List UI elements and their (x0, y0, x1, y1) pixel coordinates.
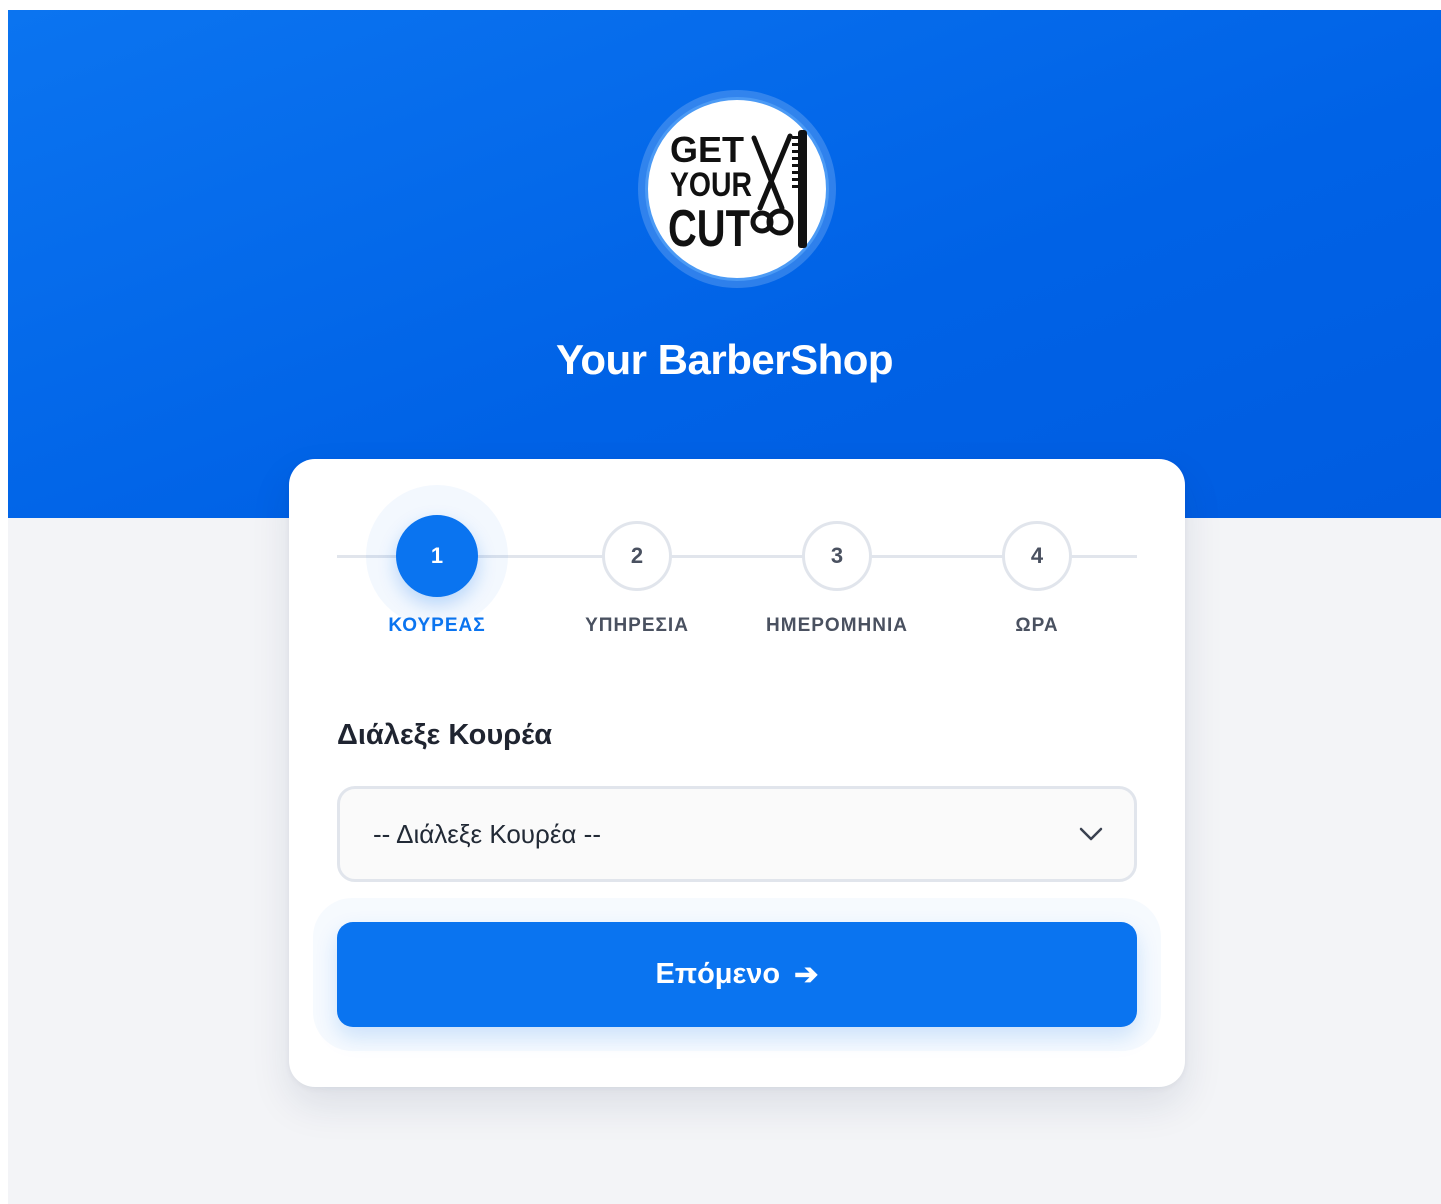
booking-stepper: 1 ΚΟΥΡΕΑΣ 2 ΥΠΗΡΕΣΙΑ 3 ΗΜΕΡΟΜΗΝΙΑ 4 ΩΡΑ (337, 511, 1137, 651)
logo-graphic: GET YOUR CUT (668, 129, 807, 254)
step-label: ΥΠΗΡΕΣΙΑ (585, 615, 689, 636)
barber-select-value: -- Διάλεξε Κουρέα -- (373, 818, 601, 849)
step-date[interactable]: 3 ΗΜΕΡΟΜΗΝΙΑ (752, 511, 922, 637)
page: GET YOUR CUT Your BarberShop 1 ΚΟΥΡΕΑΣ 2… (8, 10, 1441, 1204)
step-barber[interactable]: 1 ΚΟΥΡΕΑΣ (352, 511, 522, 637)
step-service[interactable]: 2 ΥΠΗΡΕΣΙΑ (552, 511, 722, 637)
barbershop-logo-icon: GET YOUR CUT (645, 97, 829, 281)
step-label: ΩΡΑ (1015, 615, 1059, 636)
shop-title: Your BarberShop (555, 336, 894, 383)
booking-card: 1 ΚΟΥΡΕΑΣ 2 ΥΠΗΡΕΣΙΑ 3 ΗΜΕΡΟΜΗΝΙΑ 4 ΩΡΑ … (289, 459, 1185, 1087)
next-button[interactable]: Επόμενο ➔ (337, 922, 1137, 1027)
logo-text-your: YOUR (670, 166, 752, 204)
arrow-right-icon: ➔ (794, 959, 819, 991)
logo-text-cut: CUT (668, 200, 750, 254)
barber-select[interactable]: -- Διάλεξε Κουρέα -- (337, 786, 1137, 882)
step-number: 1 (396, 515, 478, 597)
comb-icon (792, 130, 807, 248)
step-label: ΗΜΕΡΟΜΗΝΙΑ (766, 615, 908, 636)
step-time[interactable]: 4 ΩΡΑ (952, 511, 1122, 637)
logo-text-get: GET (670, 129, 744, 170)
logo-ring: GET YOUR CUT (638, 90, 836, 288)
step-number: 2 (602, 521, 672, 591)
step-label: ΚΟΥΡΕΑΣ (388, 615, 486, 636)
step-number: 3 (802, 521, 872, 591)
scissors-icon (750, 133, 794, 236)
chevron-down-icon (1079, 827, 1103, 841)
step-number: 4 (1002, 521, 1072, 591)
next-button-label: Επόμενο (655, 958, 781, 990)
hero-banner: GET YOUR CUT Your BarberShop (8, 10, 1441, 518)
section-title: Διάλεξε Κουρέα (337, 719, 553, 751)
